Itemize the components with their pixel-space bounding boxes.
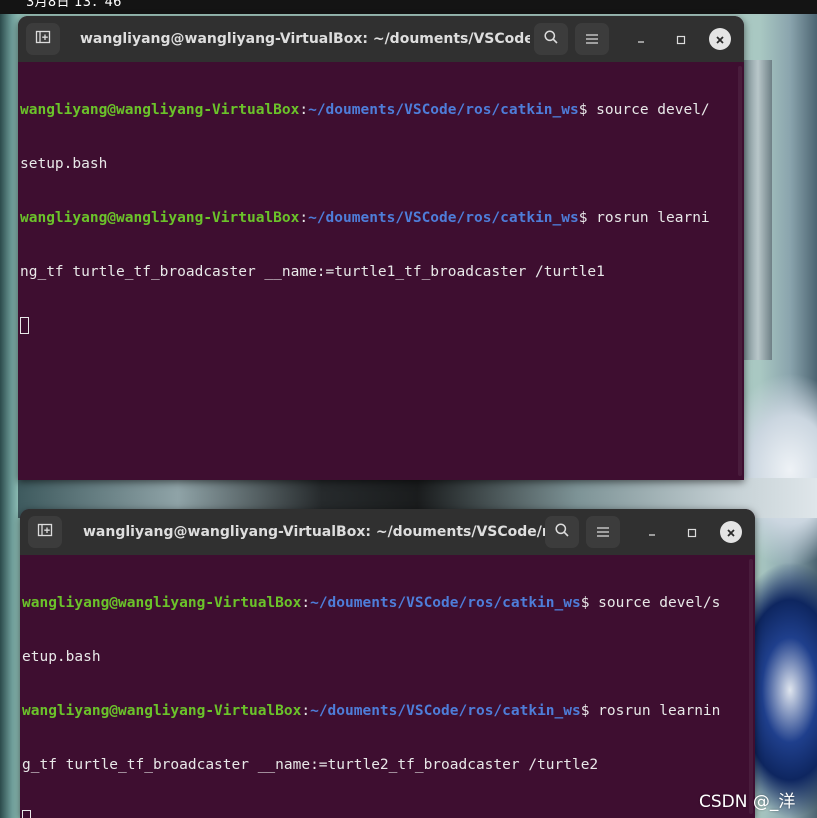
watermark: CSDN @_洋 [699,792,796,812]
command-text: $ source devel/ [578,102,710,118]
new-tab-button[interactable] [28,516,62,548]
prompt-separator: : [301,703,311,719]
maximize-icon [676,30,686,49]
clock[interactable]: 3月8日 13：46 [26,0,122,10]
search-icon [543,29,559,49]
close-button[interactable] [720,521,742,543]
prompt-path: ~/douments/VSCode/ros/catkin_ws [310,595,581,611]
minimize-icon [647,523,657,542]
command-text: setup.bash [20,156,108,172]
minimize-icon [636,30,646,49]
terminal-window-1[interactable]: wangliyang@wangliyang-VirtualBox: ~/doum… [18,16,744,480]
prompt-user: wangliyang@wangliyang-VirtualBox [20,210,300,226]
terminal-output[interactable]: wangliyang@wangliyang-VirtualBox:~/doume… [20,555,755,818]
command-text: $ rosrun learni [578,210,710,226]
menu-button[interactable] [575,23,609,55]
prompt-separator: : [301,595,311,611]
command-text: g_tf turtle_tf_broadcaster __name:=turtl… [22,757,599,773]
terminal-window-2[interactable]: wangliyang@wangliyang-VirtualBox: ~/doum… [20,509,755,818]
hamburger-menu-icon [585,30,599,49]
terminal-line: wangliyang@wangliyang-VirtualBox:~/doume… [20,209,744,227]
command-text: ng_tf turtle_tf_broadcaster __name:=turt… [20,264,605,280]
new-tab-icon [35,29,51,49]
prompt-separator: : [299,102,309,118]
prompt-path: ~/douments/VSCode/ros/catkin_ws [310,703,581,719]
window-title: wangliyang@wangliyang-VirtualBox: ~/doum… [83,524,545,540]
prompt-user: wangliyang@wangliyang-VirtualBox [22,595,302,611]
terminal-output[interactable]: wangliyang@wangliyang-VirtualBox:~/doume… [18,62,744,480]
terminal-line: wangliyang@wangliyang-VirtualBox:~/doume… [20,101,744,119]
prompt-path: ~/douments/VSCode/ros/catkin_ws [308,102,579,118]
window-titlebar[interactable]: wangliyang@wangliyang-VirtualBox: ~/doum… [20,509,755,555]
scrollbar[interactable] [749,559,753,814]
new-tab-icon [37,522,53,542]
minimize-button[interactable] [641,521,663,543]
menu-button[interactable] [586,516,620,548]
terminal-line: etup.bash [22,648,755,666]
close-button[interactable] [709,28,731,50]
text-cursor [22,810,31,818]
close-icon [715,30,725,49]
terminal-line: wangliyang@wangliyang-VirtualBox:~/doume… [22,702,755,720]
top-bar: 3月8日 13：46 [0,0,817,14]
command-text: $ rosrun learnin [580,703,721,719]
terminal-line: ng_tf turtle_tf_broadcaster __name:=turt… [20,263,744,281]
terminal-line [20,317,744,335]
maximize-button[interactable] [681,521,703,543]
window-titlebar[interactable]: wangliyang@wangliyang-VirtualBox: ~/doum… [18,16,744,62]
maximize-button[interactable] [670,28,692,50]
window-title: wangliyang@wangliyang-VirtualBox: ~/doum… [80,31,530,47]
command-text: etup.bash [22,649,101,665]
terminal-line: setup.bash [20,155,744,173]
terminal-line [22,810,755,818]
terminal-line: wangliyang@wangliyang-VirtualBox:~/doume… [22,594,755,612]
new-tab-button[interactable] [26,23,60,55]
scrollbar[interactable] [738,66,742,476]
terminal-line: g_tf turtle_tf_broadcaster __name:=turtl… [22,756,755,774]
search-button[interactable] [534,23,568,55]
prompt-path: ~/douments/VSCode/ros/catkin_ws [308,210,579,226]
search-button[interactable] [545,516,579,548]
hamburger-menu-icon [596,523,610,542]
close-icon [726,523,736,542]
command-text: $ source devel/s [580,595,721,611]
text-cursor [20,317,29,334]
wallpaper-detail [744,60,772,360]
prompt-user: wangliyang@wangliyang-VirtualBox [22,703,302,719]
minimize-button[interactable] [630,28,652,50]
maximize-icon [687,523,697,542]
search-icon [554,522,570,542]
prompt-user: wangliyang@wangliyang-VirtualBox [20,102,300,118]
prompt-separator: : [299,210,309,226]
